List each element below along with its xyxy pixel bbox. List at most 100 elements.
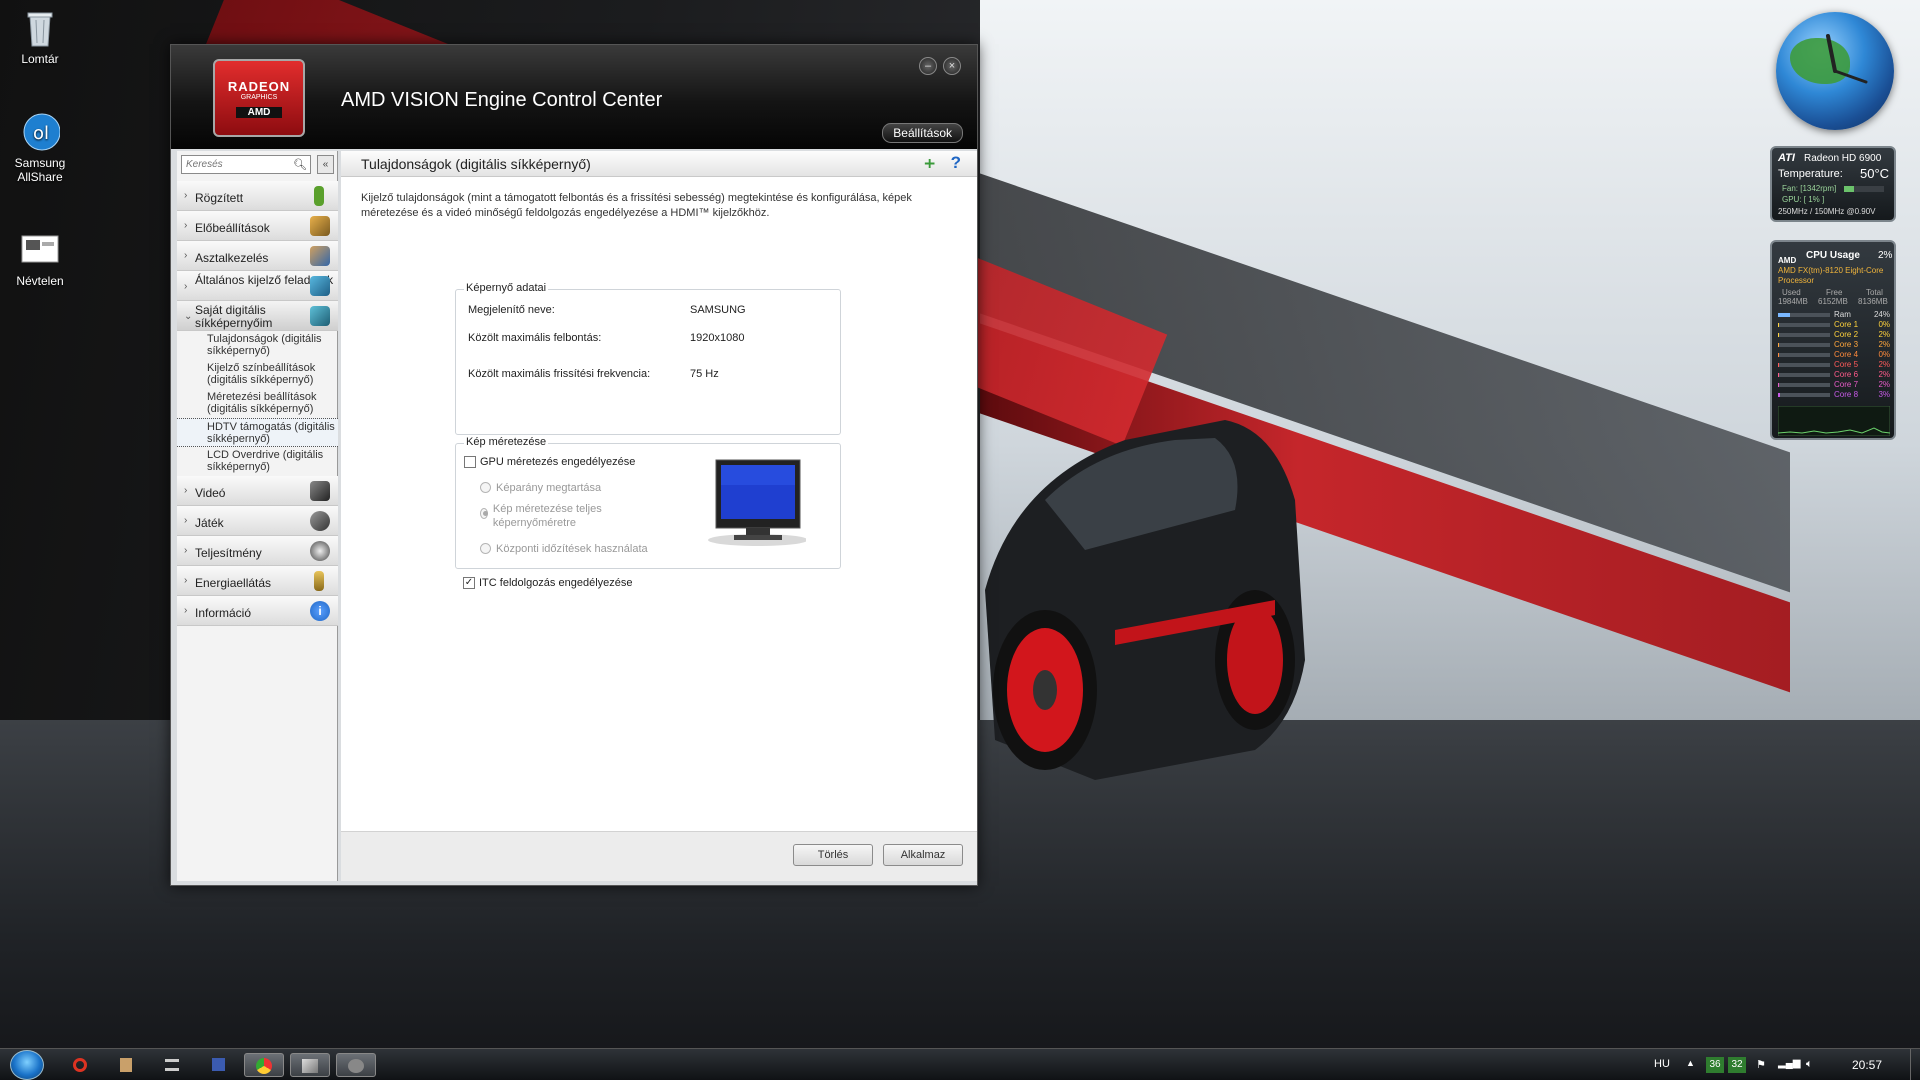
action-center-flag-icon[interactable]: ⚑ [1756,1058,1766,1071]
taskbar-chrome-icon[interactable] [244,1053,284,1077]
tray-expand-icon[interactable]: ▲ [1686,1058,1695,1068]
volume-icon[interactable]: 🔈︎ [1806,1058,1813,1071]
cpu-row-bar-fill [1778,323,1779,327]
cpu-usage-title: CPU Usage [1806,250,1860,261]
tray-temperature-1[interactable]: 36 [1706,1057,1724,1073]
display-name-label: Megjelenítő neve: [468,304,555,316]
gpu-scaling-checkbox[interactable]: GPU méretezés engedélyezése [464,456,635,468]
sidebar-item-label: Asztalkezelés [195,251,269,265]
tray-temperature-2[interactable]: 32 [1728,1057,1746,1073]
cpu-row-label: Core 1 [1834,320,1859,329]
taskbar-opera-icon[interactable] [60,1053,100,1077]
chevron-right-icon: › [184,281,188,292]
taskbar-app-icon[interactable] [106,1053,146,1077]
discard-button[interactable]: Törlés [793,844,873,866]
taskbar-save-icon[interactable] [198,1053,238,1077]
sidebar-item-sajat-digitalis-sikkepernyoim[interactable]: ⌄ Saját digitális síkképernyőim [177,301,338,331]
sidebar-item-jatek[interactable]: › Játék [177,506,338,536]
cpu-row-value: 0% [1878,350,1890,359]
chevron-right-icon: › [184,220,188,231]
radio-keep-aspect[interactable]: Képarány megtartása [480,481,601,495]
taskbar-list-icon[interactable] [152,1053,192,1077]
allshare-icon: ol [23,113,60,151]
app-title: AMD VISION Engine Control Center [341,89,663,111]
image-scaling-group: Kép méretezése GPU méretezés engedélyezé… [455,436,841,569]
show-desktop-button[interactable] [1910,1049,1920,1080]
logo-text-amd: AMD [236,107,282,118]
sidebar-item-label: Saját digitális síkképernyőim [195,303,273,330]
sidebar: 🔍︎ « › Rögzített › Előbeállítások › Aszt… [177,151,338,881]
sidebar-item-teljesitmeny[interactable]: › Teljesítmény [177,536,338,566]
cpu-row-bar-fill [1778,383,1780,387]
radio-center-timings[interactable]: Központi időzítések használata [480,542,648,556]
chevron-right-icon: › [184,605,188,616]
language-indicator[interactable]: HU [1654,1058,1670,1070]
sidebar-subitem-kijelzo-szinbeallitasok[interactable]: Kijelző színbeállítások (digitális síkké… [177,360,338,389]
cpu-usage-gadget[interactable]: AMD CPU Usage 2% AMD FX(tm)-8120 Eight-C… [1770,240,1896,440]
apply-button[interactable]: Alkalmaz [883,844,963,866]
radio-label: Központi időzítések használata [496,543,648,555]
gpu-clocks: 250MHz / 150MHz @0.90V [1778,207,1876,216]
collapse-sidebar-button[interactable]: « [317,155,334,174]
clock-hands [1826,34,1868,84]
cpu-usage-value: 2% [1878,250,1893,261]
start-button[interactable] [10,1050,44,1080]
max-resolution-value: 1920x1080 [690,332,745,344]
help-icon[interactable]: ? [951,153,961,173]
mem-header-total: Total [1866,288,1883,297]
sidebar-item-video[interactable]: › Videó [177,476,338,506]
sidebar-item-energiaellatas[interactable]: › Energiaellátás [177,566,338,596]
sidebar-item-altalanos-kijelzo-feladatok[interactable]: › Általános kijelző feladatok [177,271,338,301]
search-icon[interactable]: 🔍︎ [293,158,307,171]
radio-label: Kép méretezése teljes képernyőméretre [492,503,602,529]
sidebar-item-asztalkezeles[interactable]: › Asztalkezelés [177,241,338,271]
desktop-icon-samsung-allshare[interactable]: ol Samsung AllShare [0,112,80,184]
sidebar-subitem-meretezesi-beallitasok[interactable]: Méretezési beállítások (digitális síkkép… [177,389,338,418]
taskbar-gadget-icon[interactable] [336,1053,376,1077]
content-panel: Tulajdonságok (digitális síkképernyő) ➕︎… [341,151,977,881]
sidebar-nav: › Rögzített › Előbeállítások › Asztalkez… [177,181,338,626]
info-icon: i [310,601,330,621]
sidebar-item-elobeallitasok[interactable]: › Előbeállítások [177,211,338,241]
sidebar-subitem-lcd-overdrive[interactable]: LCD Overdrive (digitális síkképernyő) [177,447,338,476]
gpu-load: GPU: [ 1% ] [1782,195,1825,204]
taskbar-amd-vision-icon[interactable] [290,1053,330,1077]
sidebar-subitem-hdtv-tamogatas[interactable]: HDTV támogatás (digitális síkképernyő) [177,418,338,447]
sidebar-item-informacio[interactable]: › Információ i [177,596,338,626]
cpu-row-value: 2% [1878,360,1890,369]
sidebar-item-rogzitett[interactable]: › Rögzített [177,181,338,211]
desktop-icon-nevtelen[interactable]: Névtelen [0,230,80,288]
window-header: RADEON GRAPHICS AMD AMD VISION Engine Co… [171,45,977,149]
radio-scale-fullscreen[interactable]: Kép méretezése teljes képernyőméretre [480,502,620,530]
cpu-row-bar-fill [1778,373,1780,377]
mem-header-used: Used [1782,288,1801,297]
fan-bar [1844,186,1884,192]
temperature-value: 50°C [1860,166,1890,181]
mem-used-value: 1984MB [1778,297,1808,306]
svg-text:ol: ol [33,123,49,144]
chevron-right-icon: › [184,515,188,526]
sidebar-item-label: Energiaellátás [195,576,272,590]
cpu-row-label: Ram [1834,310,1851,319]
display-tasks-icon [310,276,330,296]
gpu-monitor-gadget[interactable]: ATI Radeon HD 6900 Temperature: 50°C Fan… [1770,146,1896,222]
search-input[interactable] [181,155,311,174]
sidebar-subitem-tulajdonsagok[interactable]: Tulajdonságok (digitális síkképernyő) [177,331,338,360]
clock-time[interactable]: 20:57 [1852,1058,1882,1072]
cpu-row-bar [1778,343,1830,347]
itc-processing-checkbox[interactable]: ✓ ITC feldolgozás engedélyezése [463,577,632,589]
sidebar-item-label: Videó [195,486,226,500]
cpu-row-label: Core 5 [1834,360,1859,369]
cpu-row-bar-fill [1778,363,1780,367]
close-button[interactable]: × [943,57,961,75]
radio-circle [480,543,491,554]
flat-panel-icon [310,306,330,326]
cpu-row-label: Core 6 [1834,370,1859,379]
cpu-row-bar [1778,323,1830,327]
pin-page-icon[interactable]: ➕︎ [924,155,935,172]
cpu-row-value: 0% [1878,320,1890,329]
desktop-icon-recycle-bin[interactable]: Lomtár [0,8,80,66]
minimize-button[interactable]: – [919,57,937,75]
network-icon[interactable]: ▂▄▆ [1778,1058,1800,1069]
settings-button[interactable]: Beállítások [882,123,963,143]
